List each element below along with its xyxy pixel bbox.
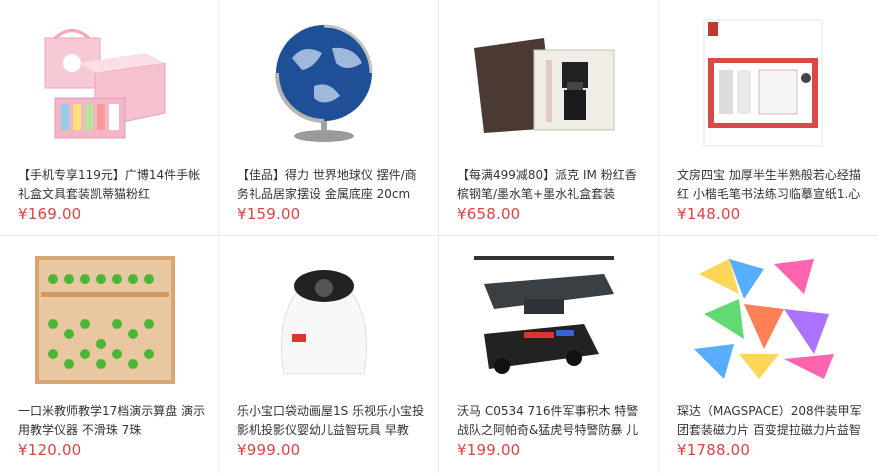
product-image[interactable] bbox=[464, 254, 622, 384]
product-image[interactable] bbox=[244, 254, 402, 384]
product-card[interactable]: 沃马 C0534 716件军事积木 特警战队之阿帕奇&猛虎号特警防暴 儿 ¥19… bbox=[439, 236, 659, 473]
product-price: ¥169.00 bbox=[18, 205, 82, 223]
magnetic-tiles-icon bbox=[694, 259, 834, 379]
product-title[interactable]: 【每满499减80】派克 IM 粉红香槟钢笔/墨水笔+墨水礼盒套装 bbox=[457, 166, 647, 204]
calligraphy-set-icon bbox=[703, 19, 823, 147]
product-title[interactable]: 琛达（MAGSPACE）208件装甲军团套装磁力片 百变提拉磁力片益智 bbox=[677, 402, 867, 440]
product-price: ¥159.00 bbox=[237, 205, 301, 223]
projector-icon bbox=[281, 270, 367, 375]
product-card[interactable]: 琛达（MAGSPACE）208件装甲军团套装磁力片 百变提拉磁力片益智 ¥178… bbox=[659, 236, 878, 473]
product-title[interactable]: 【手机专享119元】广博14件手帐礼盒文具套装凯蒂猫粉红 bbox=[18, 166, 208, 204]
product-image[interactable] bbox=[25, 18, 183, 148]
product-price: ¥199.00 bbox=[457, 441, 521, 459]
product-image[interactable] bbox=[684, 18, 842, 148]
pen-box-icon bbox=[474, 38, 615, 133]
product-card[interactable]: 【每满499减80】派克 IM 粉红香槟钢笔/墨水笔+墨水礼盒套装 ¥658.0… bbox=[439, 0, 659, 236]
helicopter-blocks-icon bbox=[474, 256, 614, 374]
product-image[interactable] bbox=[25, 254, 183, 384]
product-card[interactable]: 乐小宝口袋动画屋1S 乐视乐小宝投影机投影仪婴幼儿益智玩具 早教 ¥999.00 bbox=[219, 236, 439, 473]
product-title[interactable]: 乐小宝口袋动画屋1S 乐视乐小宝投影机投影仪婴幼儿益智玩具 早教 bbox=[237, 402, 427, 440]
abacus-icon bbox=[35, 256, 175, 384]
product-title[interactable]: 沃马 C0534 716件军事积木 特警战队之阿帕奇&猛虎号特警防暴 儿 bbox=[457, 402, 647, 440]
product-image[interactable] bbox=[464, 18, 622, 148]
product-image[interactable] bbox=[684, 254, 842, 384]
product-price: ¥120.00 bbox=[18, 441, 82, 459]
product-card[interactable]: 文房四宝 加厚半生半熟般若心经描红 小楷毛笔书法练习临摹宣纸1.心 ¥148.0… bbox=[659, 0, 878, 236]
product-card[interactable]: 【佳品】得力 世界地球仪 摆件/商务礼品居家摆设 金属底座 20cm ¥159.… bbox=[219, 0, 439, 236]
product-title[interactable]: 【佳品】得力 世界地球仪 摆件/商务礼品居家摆设 金属底座 20cm bbox=[237, 166, 427, 204]
product-title[interactable]: 文房四宝 加厚半生半熟般若心经描红 小楷毛笔书法练习临摹宣纸1.心 bbox=[677, 166, 867, 204]
product-grid: 【手机专享119元】广博14件手帐礼盒文具套装凯蒂猫粉红 ¥169.00 【佳品… bbox=[0, 0, 878, 473]
globe-icon bbox=[274, 24, 373, 142]
product-price: ¥658.00 bbox=[457, 205, 521, 223]
product-card[interactable]: 一口米教师教学17档演示算盘 演示用教学仪器 不滑珠 7珠 ¥120.00 bbox=[0, 236, 219, 473]
product-title[interactable]: 一口米教师教学17档演示算盘 演示用教学仪器 不滑珠 7珠 bbox=[18, 402, 208, 440]
product-price: ¥1788.00 bbox=[677, 441, 751, 459]
product-price: ¥999.00 bbox=[237, 441, 301, 459]
pink-gift-box-icon bbox=[44, 29, 166, 139]
product-card[interactable]: 【手机专享119元】广博14件手帐礼盒文具套装凯蒂猫粉红 ¥169.00 bbox=[0, 0, 219, 236]
product-image[interactable] bbox=[244, 18, 402, 148]
product-price: ¥148.00 bbox=[677, 205, 741, 223]
